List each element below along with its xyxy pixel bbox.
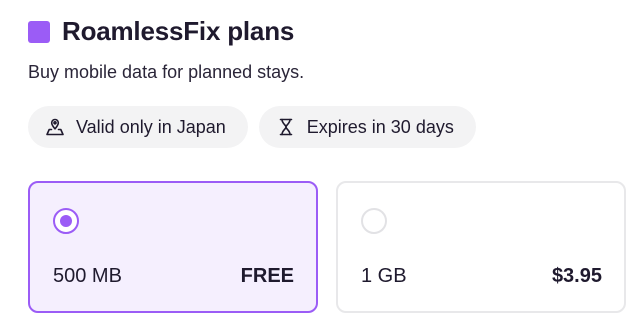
- hourglass-icon: [275, 116, 297, 138]
- chip-validity: Valid only in Japan: [28, 106, 248, 148]
- plan-option-1gb[interactable]: 1 GB $3.95: [336, 181, 626, 313]
- chip-expiry-label: Expires in 30 days: [306, 116, 454, 137]
- chip-validity-label: Valid only in Japan: [76, 116, 226, 137]
- page-subtitle: Buy mobile data for planned stays.: [28, 62, 305, 82]
- plan-name: 1 GB: [361, 265, 407, 287]
- plan-option-500mb[interactable]: 500 MB FREE: [28, 181, 318, 313]
- brand-logo: [28, 20, 50, 43]
- plan-options: 500 MB FREE 1 GB $3.95: [28, 181, 626, 313]
- plans-page: RoamlessFix plans Buy mobile data for pl…: [0, 0, 640, 325]
- plan-radio-500mb[interactable]: [53, 208, 79, 234]
- plan-name: 500 MB: [53, 265, 122, 287]
- page-title: RoamlessFix plans: [62, 16, 295, 46]
- location-pin-icon: [44, 116, 66, 138]
- page-header: RoamlessFix plans: [28, 16, 294, 47]
- chip-expiry: Expires in 30 days: [258, 106, 476, 148]
- plan-price: FREE: [240, 265, 294, 287]
- plan-radio-1gb[interactable]: [361, 208, 387, 234]
- plan-info-chips: Valid only in Japan Expires in 30 days: [28, 106, 476, 148]
- plan-price: $3.95: [551, 265, 602, 287]
